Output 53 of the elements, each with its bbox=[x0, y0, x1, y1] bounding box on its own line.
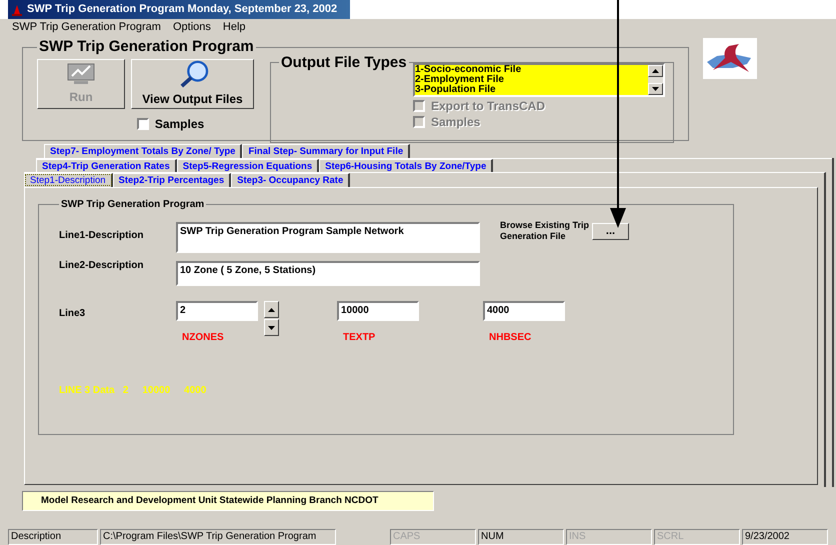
app-icon bbox=[11, 4, 23, 16]
field-caption: TEXTP bbox=[342, 331, 376, 345]
monitor-icon bbox=[66, 62, 96, 86]
browse-button[interactable]: ... bbox=[592, 223, 629, 240]
status-panel: NUM bbox=[478, 529, 564, 545]
list-item[interactable]: 2-Employment File bbox=[415, 74, 648, 84]
scroll-up-button[interactable] bbox=[648, 64, 663, 76]
text-field[interactable]: SWP Trip Generation Program Sample Network bbox=[176, 222, 480, 253]
browse-label: Browse Existing Trip Generation File bbox=[500, 220, 590, 242]
group-title: SWP Trip Generation Program bbox=[38, 37, 255, 57]
footer-text: Model Research and Development Unit Statewide Planning Branch NCDOT bbox=[41, 494, 378, 508]
field-caption: NHBSEC bbox=[488, 331, 532, 345]
file-type-list[interactable]: 1-Socio-economic File 2-Employment File 3-Population File bbox=[413, 62, 665, 96]
field-label: Line3 bbox=[59, 307, 86, 321]
group-title: SWP Trip Generation Program bbox=[60, 198, 206, 212]
down-arrow-icon bbox=[652, 86, 659, 90]
spin-up-button[interactable] bbox=[264, 301, 279, 318]
menu-item[interactable]: SWP Trip Generation Program bbox=[12, 19, 161, 36]
list-item[interactable]: 3-Population File bbox=[415, 84, 648, 94]
spin-down-button[interactable] bbox=[264, 319, 279, 336]
number-field[interactable]: 4000 bbox=[483, 301, 565, 321]
tab[interactable]: Step6-Housing Totals By Zone/Type bbox=[319, 159, 494, 173]
tab[interactable]: Step3- Occupancy Rate bbox=[231, 173, 350, 187]
view-button[interactable]: View Output Files bbox=[131, 58, 254, 108]
checkbox-label: Samples bbox=[154, 116, 204, 130]
field-label: Line2-Description bbox=[59, 259, 144, 273]
checkbox[interactable] bbox=[136, 118, 149, 130]
summary-text: LINE 3 Data 2 10000 4000 bbox=[59, 384, 208, 398]
status-panel: C:\Program Files\SWP Trip Generation Program bbox=[100, 529, 336, 545]
checkbox-label: Samples bbox=[431, 114, 480, 128]
field-caption: NZONES bbox=[181, 331, 225, 345]
down-arrow-icon bbox=[268, 326, 275, 330]
number-field[interactable]: 10000 bbox=[337, 301, 419, 321]
number-field[interactable]: 2 bbox=[176, 301, 258, 321]
up-arrow-icon bbox=[652, 68, 659, 72]
menu-item[interactable]: Options bbox=[172, 19, 211, 36]
menu-item[interactable]: Help bbox=[222, 19, 246, 36]
scroll-down-button[interactable] bbox=[648, 82, 663, 94]
status-panel: Description bbox=[8, 529, 98, 545]
logo-icon bbox=[703, 38, 757, 79]
group-title: Output File Types bbox=[280, 54, 408, 70]
up-arrow-icon bbox=[268, 308, 275, 312]
tab[interactable]: Step5-Regression Equations bbox=[176, 159, 320, 173]
field-label: Line1-Description bbox=[59, 229, 144, 243]
list-item[interactable]: 1-Socio-economic File bbox=[415, 64, 648, 74]
tab[interactable]: Step1-Description bbox=[24, 173, 113, 187]
status-panel: 9/23/2002 bbox=[742, 529, 828, 545]
tab[interactable]: Final Step- Summary for Input File bbox=[242, 144, 410, 158]
tab[interactable]: Step7- Employment Totals By Zone/ Type bbox=[44, 144, 242, 158]
window-title: SWP Trip Generation Program Monday, September 23, 2002 bbox=[27, 2, 338, 18]
checkbox-label: Export to TransCAD bbox=[431, 98, 546, 112]
tab[interactable]: Step2-Trip Percentages bbox=[112, 173, 232, 187]
text-field[interactable]: 10 Zone ( 5 Zone, 5 Stations) bbox=[176, 261, 480, 286]
